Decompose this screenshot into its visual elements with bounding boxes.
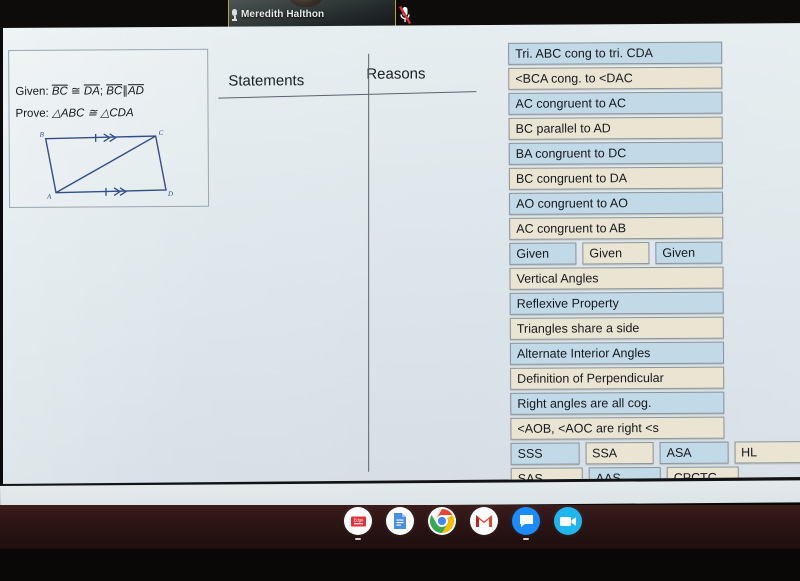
screen-left-bezel xyxy=(0,28,3,488)
table-column-divider xyxy=(368,53,370,472)
answer-tile[interactable]: Reflexive Property xyxy=(509,291,724,315)
answer-tile[interactable]: BA congruent to DC xyxy=(508,141,723,165)
answer-tile[interactable]: SSS xyxy=(510,442,580,465)
shelf-app-icons[interactable]: Edge xyxy=(344,507,582,540)
answer-tile[interactable]: BC parallel to AD xyxy=(508,116,723,140)
participant-name: Meredith Halthon xyxy=(241,9,325,20)
answer-tile[interactable]: ASA xyxy=(659,441,729,464)
google-docs-icon[interactable] xyxy=(386,507,414,535)
given-segment-da: DA xyxy=(83,85,100,98)
given-segment-ad: AD xyxy=(127,85,145,98)
svg-text:A: A xyxy=(46,193,52,201)
prove-label: Prove: xyxy=(15,107,49,120)
microphone-muted-icon[interactable] xyxy=(398,5,412,25)
table-header-divider xyxy=(218,91,477,99)
answer-tile[interactable]: SSA xyxy=(585,442,654,465)
svg-text:D: D xyxy=(167,190,173,198)
answer-tile[interactable]: BC congruent to DA xyxy=(508,166,723,190)
answer-tile[interactable]: Tri. ABC cong to tri. CDA xyxy=(508,41,723,65)
answer-tile[interactable]: Right angles are all cog. xyxy=(510,391,725,415)
participant-name-row: Meredith Halthon xyxy=(232,9,325,21)
given-congruent-symbol: ≅ xyxy=(70,85,81,98)
answer-tile-row[interactable]: SSS SSA ASA HL xyxy=(510,441,800,465)
photo-of-classroom-screen: Meredith Halthon Given: BC ≅ DA; BC∥AD P… xyxy=(0,0,800,581)
answer-tile[interactable]: <AOB, <AOC are right <s xyxy=(510,416,725,440)
answer-tile[interactable]: AC congruent to AC xyxy=(508,91,723,115)
prove-statement: Prove: △ABC ≅ △CDA xyxy=(15,105,133,120)
given-statement: Given: BC ≅ DA; BC∥AD xyxy=(15,83,144,98)
answer-tile[interactable]: Vertical Angles xyxy=(509,266,724,290)
google-meet-icon[interactable] xyxy=(554,507,582,535)
parallelogram-figure: B C A D xyxy=(40,129,173,201)
reasons-column-header: Reasons xyxy=(366,65,426,83)
google-chat-icon[interactable] xyxy=(512,507,540,540)
given-segment-bc-2: BC xyxy=(106,85,123,98)
answer-tile[interactable]: AO congruent to AO xyxy=(509,191,724,215)
shelf-running-indicator xyxy=(355,538,361,540)
answer-tile[interactable]: Definition of Perpendicular xyxy=(510,366,725,390)
whiteboard-document-surface: Given: BC ≅ DA; BC∥AD Prove: △ABC ≅ △CDA xyxy=(0,23,800,490)
given-segment-bc: BC xyxy=(51,85,68,98)
given-prove-problem-box: Given: BC ≅ DA; BC∥AD Prove: △ABC ≅ △CDA xyxy=(8,48,210,208)
desk-shadow-area xyxy=(0,549,800,581)
given-separator: ; xyxy=(99,85,104,98)
answer-tile[interactable]: HL xyxy=(734,441,800,464)
answer-tile[interactable]: Given xyxy=(655,241,723,265)
answer-tile[interactable]: Given xyxy=(582,242,650,265)
answer-tile-row[interactable]: Given Given Given xyxy=(509,241,800,265)
given-label: Given: xyxy=(15,85,49,98)
answer-tile[interactable]: AC congruent to AB xyxy=(509,216,724,240)
answer-tile-bank[interactable]: Tri. ABC cong to tri. CDA <BCA cong. to <… xyxy=(508,41,800,493)
answer-tile[interactable]: Triangles share a side xyxy=(509,316,724,340)
participant-webcam-image xyxy=(289,0,323,7)
edgenuity-app-icon[interactable]: Edge xyxy=(344,507,372,540)
gmail-icon[interactable] xyxy=(470,507,498,535)
answer-tile[interactable]: <BCA cong. to <DAC xyxy=(508,66,723,90)
prove-expression: △ABC ≅ △CDA xyxy=(51,107,134,120)
screen-lower-band xyxy=(0,480,800,508)
svg-text:Edge: Edge xyxy=(353,517,363,522)
google-chrome-icon[interactable] xyxy=(428,507,456,535)
answer-tile[interactable]: Alternate Interior Angles xyxy=(509,341,725,365)
answer-tile[interactable]: Given xyxy=(509,242,577,265)
statements-column-header: Statements xyxy=(228,72,305,90)
microphone-icon xyxy=(232,9,237,21)
svg-text:C: C xyxy=(159,129,164,137)
shelf-running-indicator xyxy=(523,538,529,540)
svg-text:B: B xyxy=(40,131,45,139)
two-column-proof-table[interactable]: Statements Reasons xyxy=(218,43,483,475)
